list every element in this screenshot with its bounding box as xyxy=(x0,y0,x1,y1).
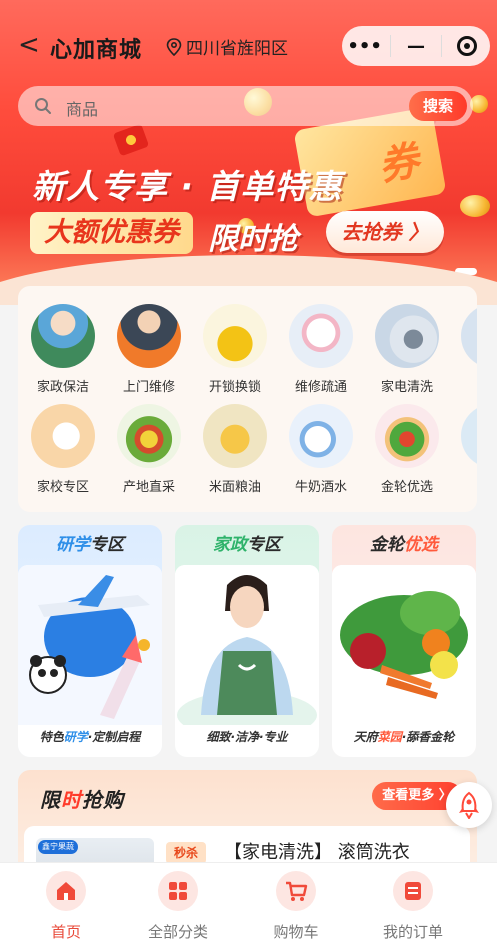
jinlun-zone-card[interactable]: 金轮优选 天府菜园·舔香金轮 xyxy=(332,525,476,757)
search-button[interactable]: 搜索 xyxy=(409,91,467,121)
bottom-tab-bar: 首页 全部分类 购物车 我的订单 xyxy=(0,862,497,947)
more-options-icon[interactable]: ••• xyxy=(345,30,385,62)
cart-icon xyxy=(276,871,316,911)
promo-limited-time: 限时抢 xyxy=(208,222,298,257)
orders-icon xyxy=(393,871,433,911)
tab-home[interactable]: 首页 xyxy=(11,871,121,942)
category-item[interactable]: 组 xyxy=(450,404,477,495)
product-name: 【家电清洗】 滚筒洗衣 xyxy=(224,842,410,863)
capsule-divider xyxy=(441,35,443,57)
coin-icon xyxy=(460,195,490,217)
repairman-icon xyxy=(117,304,181,368)
housekeeper-illustration xyxy=(175,565,319,739)
capsule-divider xyxy=(389,35,391,57)
category-item[interactable]: 织 xyxy=(450,304,477,395)
zone-caption: 细致·洁净·专业 xyxy=(206,730,288,744)
airplane-panda-illustration xyxy=(18,565,162,725)
back-icon[interactable]: < xyxy=(18,32,40,58)
textile-icon xyxy=(461,304,477,368)
minimize-icon[interactable]: — xyxy=(396,30,436,62)
grab-coupon-button[interactable]: 去抢券 〉 xyxy=(326,211,444,253)
produce-basket-icon xyxy=(117,404,181,468)
lock-icon xyxy=(203,304,267,368)
home-icon xyxy=(46,871,86,911)
category-item[interactable]: 金轮优选 xyxy=(364,404,450,495)
tab-all-categories[interactable]: 全部分类 xyxy=(123,871,233,942)
cleaner-icon xyxy=(31,304,95,368)
zone-title: 家政专区 xyxy=(213,535,281,555)
zone-image: 特色研学·定制启程 xyxy=(18,565,162,757)
promo-headline: 新人专享 · 首单特惠 xyxy=(32,167,343,206)
zone-title: 研学专区 xyxy=(56,535,124,555)
location-pin-icon xyxy=(166,37,182,56)
study-zone-card[interactable]: 研学专区 特色研学·定制启程 xyxy=(18,525,162,757)
promo-coupon-label: 大额优惠券 xyxy=(30,212,193,254)
category-grid: 家政保洁 上门维修 开锁换锁 维修疏通 家电清洗 织 家校专区 xyxy=(18,286,477,512)
miniprogram-capsule: ••• — xyxy=(342,26,490,66)
category-row: 家校专区 产地直采 米面粮油 牛奶酒水 金轮优选 组 xyxy=(18,404,477,504)
vegetables-illustration xyxy=(332,565,476,725)
category-item[interactable]: 牛奶酒水 xyxy=(278,404,364,495)
grain-oil-icon xyxy=(203,404,267,468)
toilet-icon xyxy=(289,304,353,368)
flash-sale-title: 限时抢购 xyxy=(40,788,124,812)
zone-caption: 天府菜园·舔香金轮 xyxy=(353,730,455,744)
search-icon xyxy=(35,98,51,114)
zone-title: 金轮优选 xyxy=(370,535,438,555)
close-miniprogram-icon[interactable] xyxy=(447,30,487,62)
rocket-icon xyxy=(459,791,479,819)
washer-icon xyxy=(375,304,439,368)
category-item[interactable]: 家校专区 xyxy=(20,404,106,495)
location-text: 四川省旌阳区 xyxy=(186,39,288,59)
category-item[interactable]: 家政保洁 xyxy=(20,304,106,395)
tab-cart[interactable]: 购物车 xyxy=(241,871,351,942)
nav-bar: < 心加商城 四川省旌阳区 ••• — xyxy=(0,22,497,70)
category-item[interactable]: 产地直采 xyxy=(106,404,192,495)
tab-my-orders[interactable]: 我的订单 xyxy=(358,871,468,942)
grid-icon xyxy=(158,871,198,911)
back-to-top-button[interactable] xyxy=(446,782,492,828)
search-bar[interactable]: 商品 搜索 xyxy=(18,86,473,126)
category-item[interactable]: 维修疏通 xyxy=(278,304,364,395)
search-input[interactable]: 商品 xyxy=(66,96,98,120)
category-row: 家政保洁 上门维修 开锁换锁 维修疏通 家电清洗 织 xyxy=(18,304,477,404)
zone-caption: 特色研学·定制启程 xyxy=(39,730,141,744)
page-title: 心加商城 xyxy=(50,38,143,63)
milk-icon xyxy=(289,404,353,468)
category-item[interactable]: 上门维修 xyxy=(106,304,192,395)
category-item[interactable]: 开锁换锁 xyxy=(192,304,278,395)
zone-image: 天府菜园·舔香金轮 xyxy=(332,565,476,757)
category-item[interactable]: 米面粮油 xyxy=(192,404,278,495)
carousel-indicator xyxy=(455,268,477,275)
seckill-badge: 秒杀 xyxy=(166,842,206,864)
zone-image: 细致·洁净·专业 xyxy=(175,565,319,757)
vegetables-icon xyxy=(375,404,439,468)
water-icon xyxy=(461,404,477,468)
store-tag: 鑫宁果蔬 xyxy=(38,840,78,854)
school-icon xyxy=(31,404,95,468)
housekeeping-zone-card[interactable]: 家政专区 细致·洁净·专业 xyxy=(175,525,319,757)
location-selector[interactable]: 四川省旌阳区 xyxy=(166,34,288,59)
category-item[interactable]: 家电清洗 xyxy=(364,304,450,395)
red-envelope-icon xyxy=(112,123,150,157)
